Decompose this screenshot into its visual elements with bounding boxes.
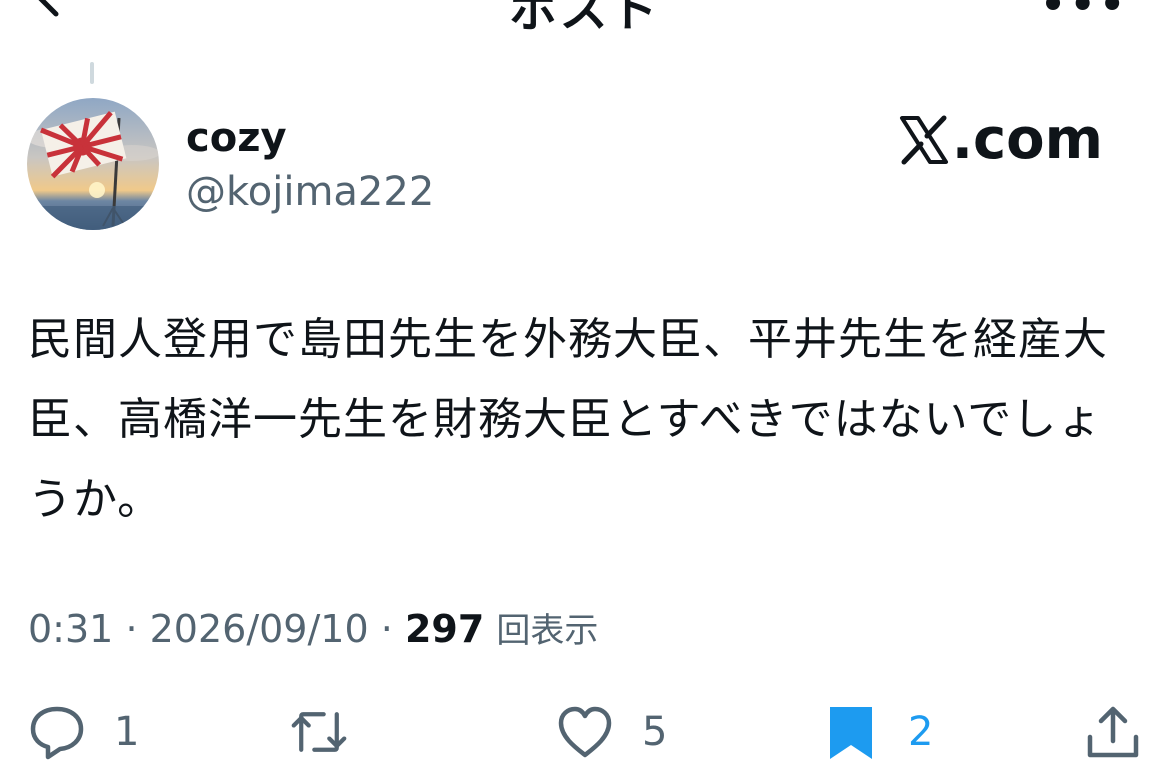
repost-button[interactable] [290, 700, 348, 764]
like-count: 5 [642, 709, 668, 755]
page-title: ポスト [509, 0, 660, 38]
watermark-text: .com [951, 107, 1103, 172]
post-time[interactable]: 0:31 [28, 607, 113, 651]
views-label: 回表示 [496, 611, 599, 651]
post-body: 民間人登用で島田先生を外務大臣、平井先生を経産大臣、高橋洋一先生を財務大臣とすべ… [28, 314, 1108, 525]
user-handle[interactable]: @kojima222 [186, 168, 434, 216]
like-icon [558, 706, 612, 758]
like-button[interactable]: 5 [556, 700, 667, 764]
bookmark-count: 2 [908, 709, 934, 755]
bookmark-icon [830, 707, 872, 759]
display-name[interactable]: cozy [186, 114, 287, 162]
thread-line [90, 62, 94, 84]
post-meta: 0:31 · 2026/09/10 · 297 回表示 [28, 604, 598, 656]
post-page: ポスト ••• cozy @kojima222 .com 民間人登用で島田先生を… [0, 0, 1169, 774]
bookmark-button[interactable]: 2 [822, 700, 933, 764]
action-bar: 1 5 2 [0, 700, 1169, 764]
reply-button[interactable]: 1 [28, 700, 139, 764]
share-button[interactable] [1084, 700, 1142, 764]
meta-separator: · [380, 607, 393, 651]
avatar[interactable] [27, 98, 159, 230]
post-date[interactable]: 2026/09/10 [150, 607, 369, 651]
more-icon[interactable]: ••• [1040, 0, 1129, 28]
views-count[interactable]: 297 [405, 607, 484, 651]
repost-icon [291, 712, 347, 752]
reply-icon [30, 706, 84, 760]
meta-separator: · [125, 607, 138, 651]
x-logo-icon [899, 115, 948, 165]
x-com-watermark: .com [898, 108, 1103, 172]
share-icon [1087, 706, 1139, 758]
reply-count: 1 [114, 709, 140, 755]
